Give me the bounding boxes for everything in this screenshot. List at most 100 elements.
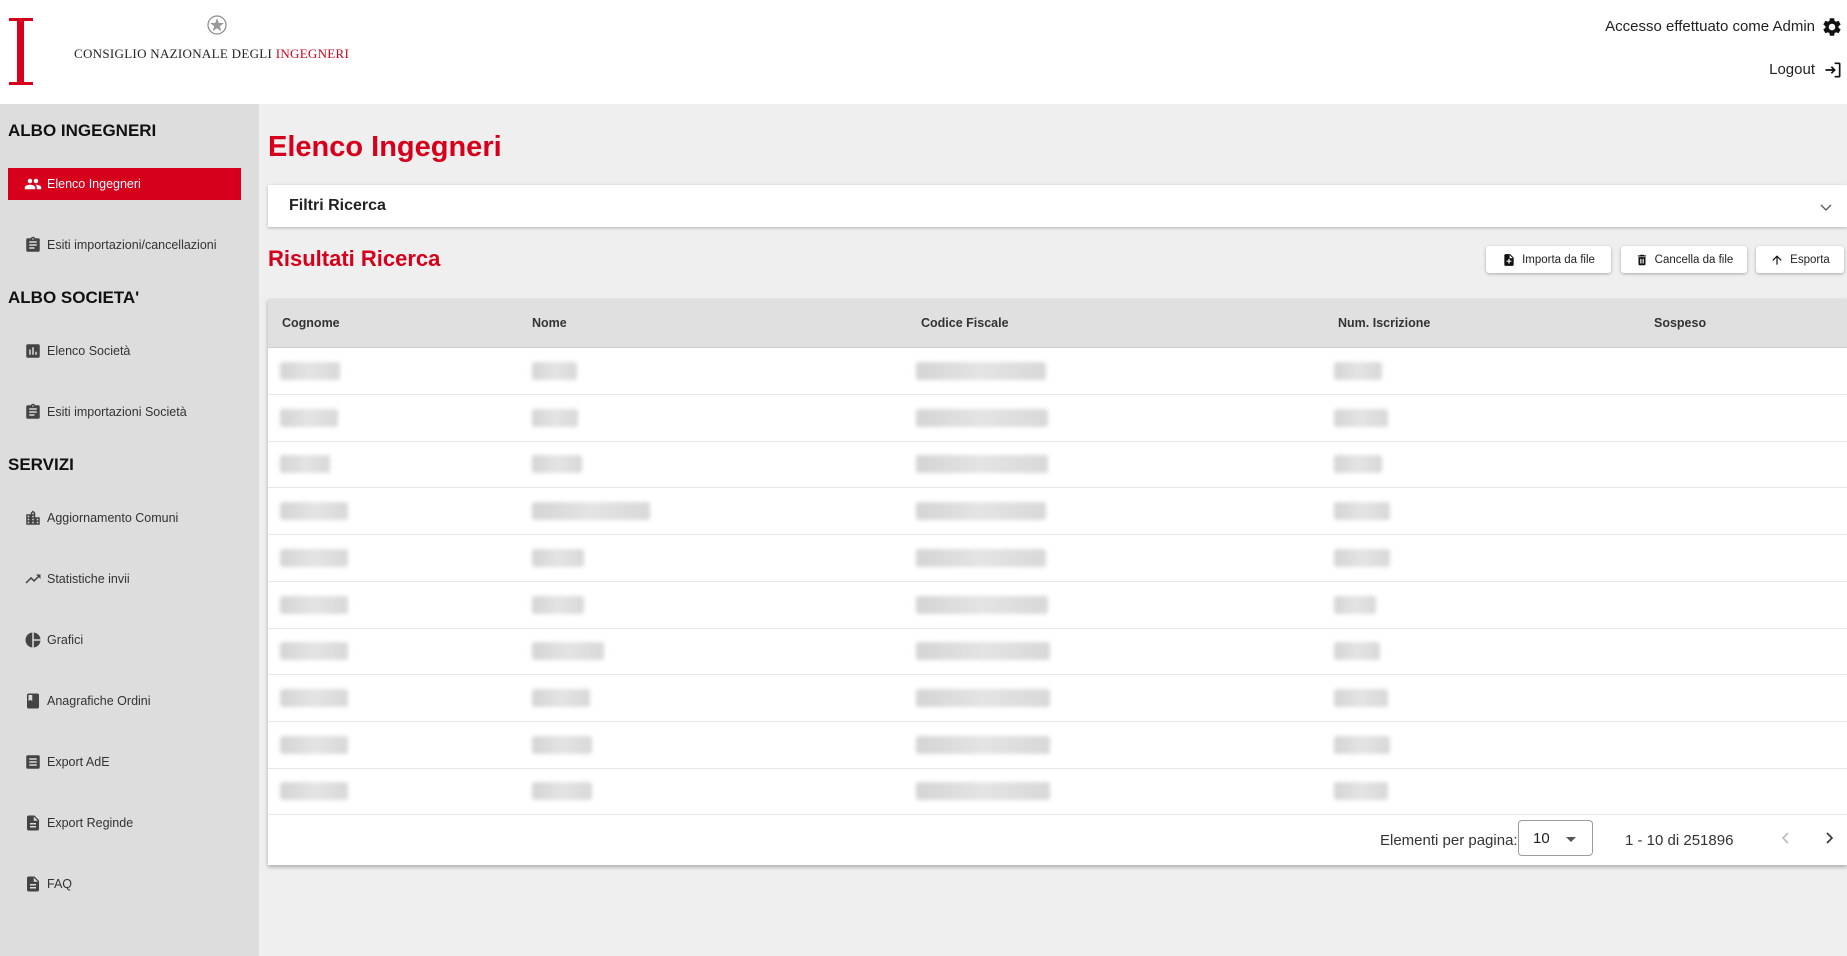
sidebar-item-grafici[interactable]: Grafici	[8, 624, 241, 656]
pie-chart-icon	[25, 632, 41, 648]
redacted-cell	[916, 782, 1050, 801]
sidebar-item-export-reginde[interactable]: Export Reginde	[8, 807, 241, 839]
column-header-nome[interactable]: Nome	[532, 316, 567, 330]
table-row[interactable]	[268, 395, 1847, 442]
sidebar-item-export-ade[interactable]: Export AdE	[8, 746, 241, 778]
table-row[interactable]	[268, 628, 1847, 676]
file-upload-icon	[1504, 253, 1514, 266]
table-row[interactable]	[268, 488, 1847, 536]
table-row[interactable]	[268, 722, 1847, 769]
logout-link[interactable]: Logout	[1769, 61, 1815, 78]
document-icon	[27, 815, 39, 831]
redacted-cell	[280, 455, 330, 474]
redacted-cell	[1334, 362, 1382, 380]
import-file-button[interactable]: Importa da file	[1486, 246, 1611, 273]
column-header-cognome[interactable]: Cognome	[282, 316, 340, 330]
redacted-cell	[532, 642, 604, 661]
redacted-cell	[280, 688, 348, 707]
redacted-cell	[1334, 688, 1388, 707]
redacted-cell	[1334, 408, 1388, 427]
redacted-cell	[280, 595, 348, 614]
table-row[interactable]	[268, 768, 1847, 816]
clipboard-icon	[26, 236, 40, 252]
trash-icon	[1637, 254, 1646, 265]
redacted-cell	[532, 688, 590, 707]
sidebar-item-aggiornamento-comuni[interactable]: Aggiornamento Comuni	[8, 502, 241, 534]
sidebar-item-elenco-ingegneri[interactable]: Elenco Ingegneri	[8, 168, 241, 200]
section-title-albo-societa: ALBO SOCIETA'	[8, 288, 140, 307]
trending-up-icon	[25, 574, 41, 584]
column-header-sospeso[interactable]: Sospeso	[1654, 316, 1706, 330]
redacted-cell	[916, 642, 1050, 661]
book-icon	[27, 693, 39, 709]
login-info: Accesso effettuato come Admin	[1605, 18, 1815, 35]
page-size-value: 10	[1533, 830, 1550, 847]
logo-mark	[9, 18, 33, 85]
redacted-cell	[916, 548, 1046, 567]
redacted-cell	[280, 362, 340, 380]
list-icon	[26, 755, 40, 769]
table-row[interactable]	[268, 441, 1847, 489]
chevron-down-icon[interactable]	[1819, 200, 1833, 214]
table-header: Cognome Nome Codice Fiscale Num. Iscrizi…	[268, 299, 1847, 348]
redacted-cell	[916, 688, 1050, 707]
chevron-left-icon[interactable]	[1776, 828, 1796, 848]
export-label: Esporta	[1790, 253, 1830, 266]
export-button[interactable]: Esporta	[1756, 246, 1844, 273]
table-row[interactable]	[268, 348, 1847, 395]
redacted-cell	[916, 408, 1048, 427]
redacted-cell	[1334, 595, 1376, 614]
emblem-icon	[207, 15, 227, 35]
sidebar-item-label: Anagrafiche Ordini	[47, 694, 151, 708]
sidebar-item-faq[interactable]: FAQ	[8, 868, 241, 900]
redacted-cell	[532, 782, 592, 801]
gear-icon[interactable]	[1821, 16, 1843, 38]
logout-icon[interactable]	[1823, 60, 1843, 80]
sidebar-item-esiti-importazioni[interactable]: Esiti importazioni/cancellazioni	[8, 229, 241, 261]
sidebar-item-label: Elenco Società	[47, 344, 131, 358]
delete-file-label: Cancella da file	[1654, 253, 1734, 266]
redacted-cell	[532, 735, 592, 754]
sidebar-item-label: Esiti importazioni Società	[47, 405, 187, 419]
table-row[interactable]	[268, 675, 1847, 722]
sidebar-item-esiti-importazioni-societa[interactable]: Esiti importazioni Società	[8, 396, 241, 428]
delete-file-button[interactable]: Cancella da file	[1621, 246, 1747, 273]
redacted-cell	[532, 595, 584, 614]
filters-label: Filtri Ricerca	[289, 197, 386, 214]
redacted-cell	[280, 548, 348, 567]
column-header-num-iscrizione[interactable]: Num. Iscrizione	[1338, 316, 1430, 330]
clipboard-icon	[26, 403, 40, 419]
filters-panel[interactable]: Filtri Ricerca	[268, 185, 1847, 227]
sidebar-item-label: Esiti importazioni/cancellazioni	[47, 238, 217, 252]
redacted-cell	[532, 502, 650, 521]
results-title: Risultati Ricerca	[268, 246, 441, 271]
redacted-cell	[916, 735, 1050, 754]
sidebar-item-label: FAQ	[47, 877, 73, 891]
sidebar-item-elenco-societa[interactable]: Elenco Società	[8, 335, 241, 367]
sidebar-item-label: Elenco Ingegneri	[47, 177, 141, 191]
page-size-select[interactable]: 10	[1518, 820, 1593, 856]
document-icon	[27, 876, 39, 892]
redacted-cell	[1334, 455, 1382, 474]
table-row[interactable]	[268, 582, 1847, 629]
org-name: CONSIGLIO NAZIONALE DEGLI INGEGNERI	[74, 46, 350, 61]
buildings-icon	[26, 510, 40, 525]
column-header-codice-fiscale[interactable]: Codice Fiscale	[921, 316, 1009, 330]
sidebar-item-label: Statistiche invii	[47, 572, 130, 586]
import-file-label: Importa da file	[1522, 253, 1595, 266]
sidebar-item-statistiche-invii[interactable]: Statistiche invii	[8, 563, 241, 595]
table-row[interactable]	[268, 535, 1847, 582]
redacted-cell	[916, 455, 1048, 474]
redacted-cell	[1334, 735, 1390, 754]
redacted-cell	[532, 362, 577, 380]
chevron-right-icon[interactable]	[1819, 828, 1839, 848]
redacted-cell	[1334, 548, 1390, 567]
sidebar-item-label: Grafici	[47, 633, 84, 647]
redacted-cell	[280, 782, 348, 801]
sidebar-item-label: Export Reginde	[47, 816, 134, 830]
redacted-cell	[916, 502, 1046, 521]
sidebar-item-anagrafiche-ordini[interactable]: Anagrafiche Ordini	[8, 685, 241, 717]
section-title-albo-ingegneri: ALBO INGEGNERI	[8, 121, 157, 140]
redacted-cell	[916, 362, 1046, 380]
section-title-servizi: SERVIZI	[8, 455, 74, 474]
